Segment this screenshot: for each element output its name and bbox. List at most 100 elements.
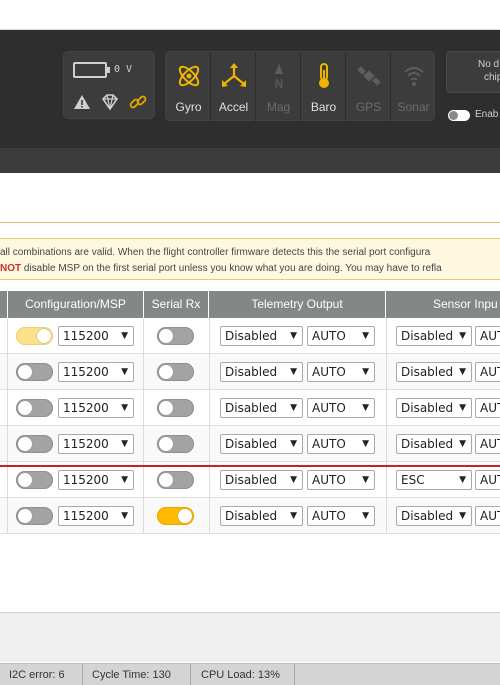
warning-note: all combinations are valid. When the fli… [0,238,500,280]
telemetry-select[interactable]: Disabled ▼ [220,362,303,382]
dropdown-arrow-icon: ▼ [121,403,128,413]
msp-baud-select-value: 115200 [63,401,109,415]
sensor-input-select[interactable]: Disabled ▼ [396,434,472,454]
sensor-gyro: Gyro [166,52,211,122]
msp-baud-select[interactable]: 115200 ▼ [58,362,134,382]
sensor-mag: N Mag [256,52,301,122]
table-row: 115200 ▼ Disabled ▼ AUTO ▼ Disabled ▼ AUT▼ [0,426,500,462]
telemetry-select-value: Disabled [225,473,278,487]
header-serial-rx: Serial Rx [144,291,209,318]
telemetry-select[interactable]: Disabled ▼ [220,506,303,526]
telemetry-select-value: Disabled [225,509,278,523]
telemetry-baud-select-value: AUTO [312,365,346,379]
telemetry-baud-select[interactable]: AUTO ▼ [307,398,375,418]
note-divider [0,222,500,223]
telemetry-select-value: Disabled [225,329,278,343]
sonar-icon [404,67,424,86]
link-icon [129,95,147,109]
sensor-label: Sonar [397,100,430,114]
sensor-gps: GPS [346,52,391,122]
serial-rx-toggle[interactable] [157,471,194,489]
expert-mode-toggle[interactable] [448,110,470,121]
dropdown-arrow-icon: ▼ [121,475,128,485]
telemetry-select[interactable]: Disabled ▼ [220,470,303,490]
telemetry-select[interactable]: Disabled ▼ [220,398,303,418]
sensor-baud-select[interactable]: AUT▼ [475,506,500,526]
sensor-input-select[interactable]: ESC ▼ [396,470,472,490]
sensor-input-select[interactable]: Disabled ▼ [396,506,472,526]
warning-icon [74,95,90,109]
i2c-error: I2C error: 6 [9,669,65,681]
msp-toggle[interactable] [16,399,53,417]
dropdown-arrow-icon: ▼ [121,511,128,521]
dropdown-arrow-icon: ▼ [459,403,466,413]
msp-toggle[interactable] [16,471,53,489]
sensor-baud-select-value: AUT [480,329,500,343]
battery-panel: 0 V [63,51,155,119]
serial-rx-toggle[interactable] [157,327,194,345]
serial-rx-toggle[interactable] [157,507,194,525]
sensor-baud-select-value: AUT [480,509,500,523]
msp-baud-select-value: 115200 [63,329,109,343]
sensor-baud-select[interactable]: AUT▼ [475,434,500,454]
sensor-input-select-value: Disabled [401,365,454,379]
expert-mode-label: Enab [475,109,499,120]
header-sensor-input: Sensor Inpu [433,297,498,311]
dataflash-line1: No d [478,59,500,70]
msp-baud-select[interactable]: 115200 ▼ [58,506,134,526]
sensor-baud-select[interactable]: AUT▼ [475,398,500,418]
sensor-baud-select-value: AUT [480,401,500,415]
telemetry-baud-select[interactable]: AUTO ▼ [307,470,375,490]
sensor-label: Gyro [175,100,202,114]
mag-icon: N [275,64,284,90]
sensor-input-select[interactable]: Disabled ▼ [396,362,472,382]
note-not: NOT [0,263,22,274]
serial-rx-toggle[interactable] [157,435,194,453]
sensor-input-select[interactable]: Disabled ▼ [396,326,472,346]
msp-toggle[interactable] [16,435,53,453]
dropdown-arrow-icon: ▼ [459,367,466,377]
sensor-baud-select-value: AUT [480,473,500,487]
msp-toggle[interactable] [16,363,53,381]
msp-baud-select[interactable]: 115200 ▼ [58,326,134,346]
serial-rx-toggle[interactable] [157,363,194,381]
sensor-input-select-value: Disabled [401,437,454,451]
msp-baud-select[interactable]: 115200 ▼ [58,470,134,490]
sensor-input-select[interactable]: Disabled ▼ [396,398,472,418]
sensor-baro: Baro [301,52,346,122]
telemetry-baud-select[interactable]: AUTO ▼ [307,326,375,346]
dropdown-arrow-icon: ▼ [362,331,369,341]
msp-toggle[interactable] [16,507,53,525]
sensor-baud-select[interactable]: AUT▼ [475,326,500,346]
sensor-input-select-value: Disabled [401,509,454,523]
telemetry-baud-select[interactable]: AUTO ▼ [307,506,375,526]
note-line-2: NOT disable MSP on the first serial port… [0,263,442,274]
msp-toggle[interactable] [16,327,53,345]
dropdown-arrow-icon: ▼ [290,403,297,413]
svg-text:N: N [275,77,284,90]
dropdown-arrow-icon: ▼ [362,475,369,485]
dataflash-line2: chip [484,72,500,83]
dropdown-arrow-icon: ▼ [362,511,369,521]
dropdown-arrow-icon: ▼ [290,367,297,377]
sensor-label: Baro [310,100,337,114]
telemetry-select-value: Disabled [225,401,278,415]
accel-icon [222,63,246,87]
telemetry-select[interactable]: Disabled ▼ [220,434,303,454]
header-telemetry: Telemetry Output [209,291,386,318]
msp-baud-select[interactable]: 115200 ▼ [58,434,134,454]
telemetry-baud-select[interactable]: AUTO ▼ [307,362,375,382]
sensor-label: Accel [218,100,249,114]
sensor-baud-select[interactable]: AUT▼ [475,470,500,490]
dropdown-arrow-icon: ▼ [121,331,128,341]
sensor-baud-select[interactable]: AUT▼ [475,362,500,382]
serial-rx-toggle[interactable] [157,399,194,417]
dropdown-arrow-icon: ▼ [459,475,466,485]
telemetry-baud-select[interactable]: AUTO ▼ [307,434,375,454]
app-window: 0 V Gyro Accel N Mag Baro GPS Sonar No d… [0,0,500,685]
telemetry-baud-select-value: AUTO [312,437,346,451]
msp-baud-select[interactable]: 115200 ▼ [58,398,134,418]
row-highlight-line [0,465,500,467]
telemetry-select[interactable]: Disabled ▼ [220,326,303,346]
sensor-sonar: Sonar [391,52,436,122]
